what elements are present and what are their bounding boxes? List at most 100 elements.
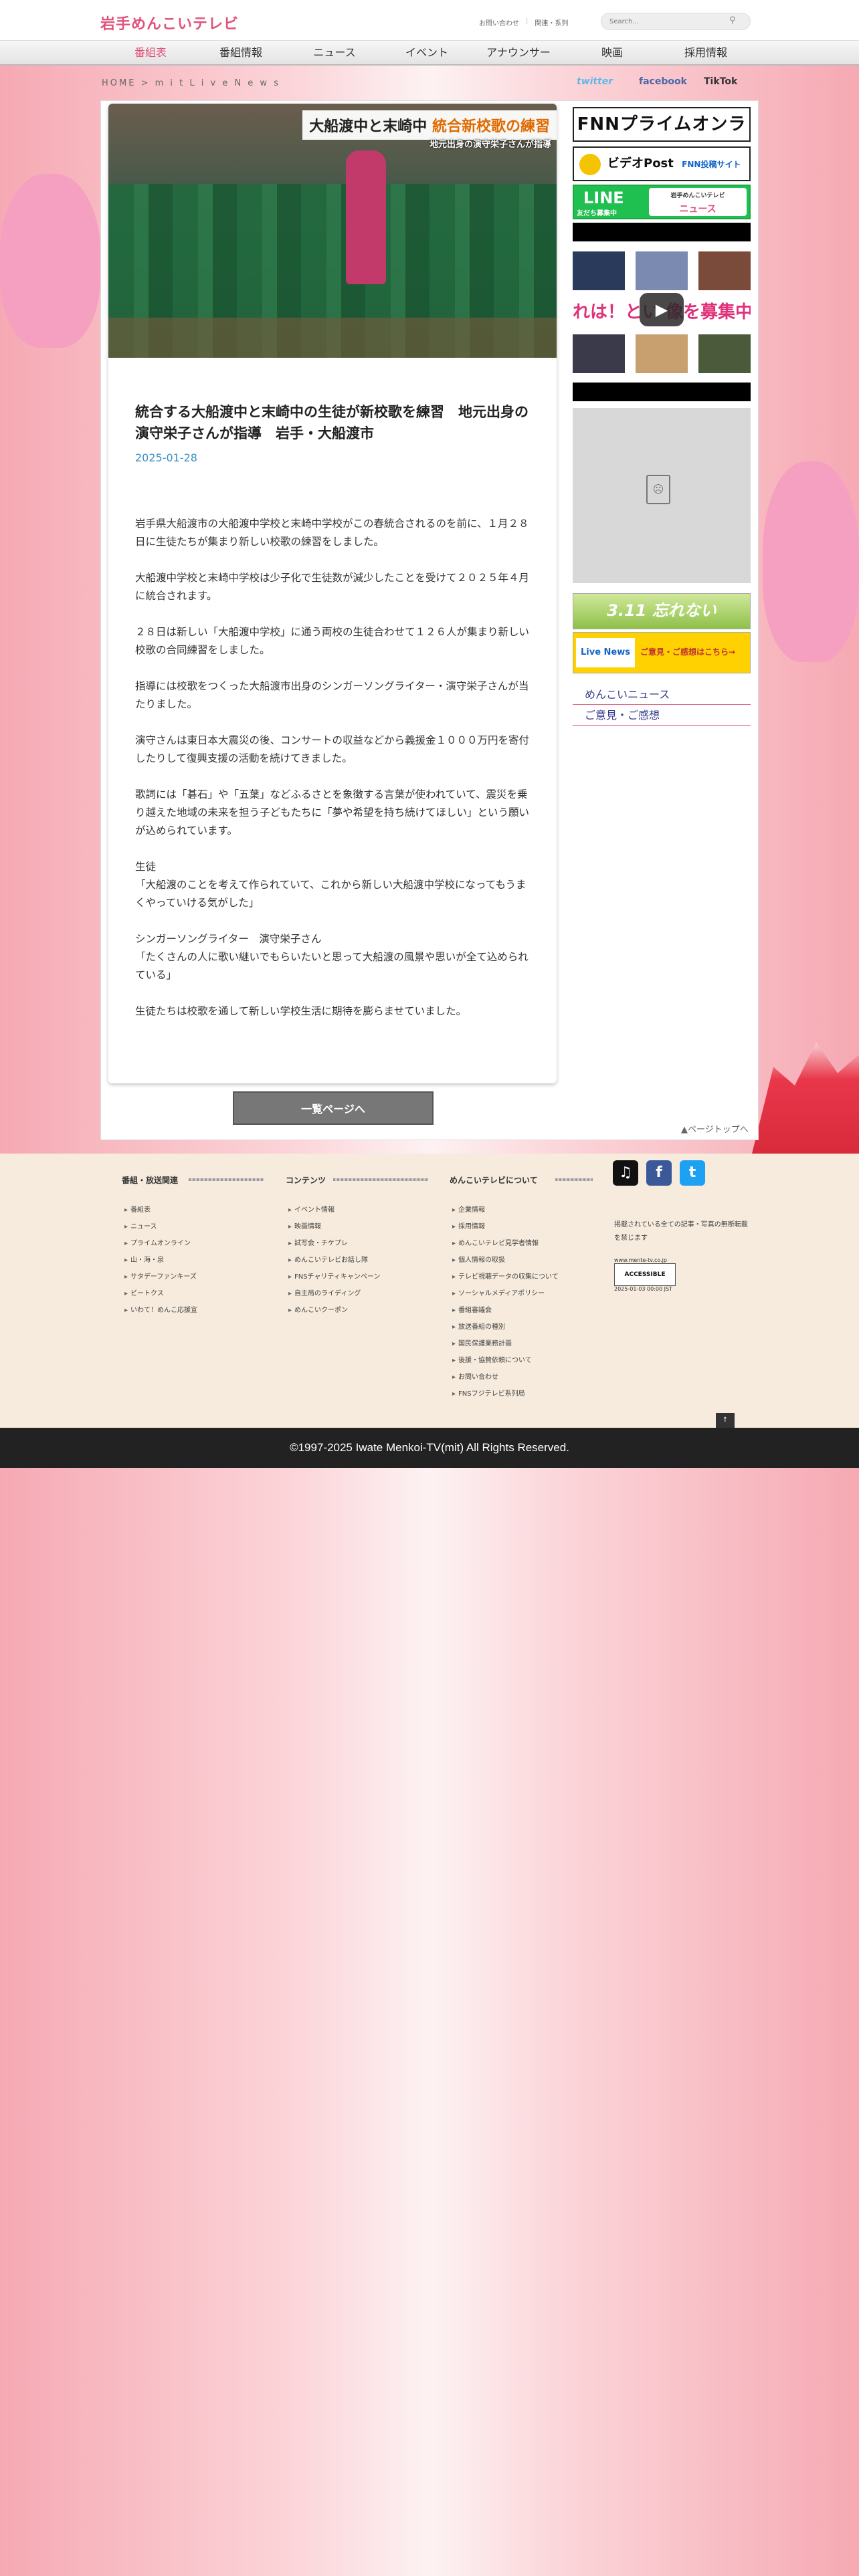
affiliates-link[interactable]: 関連・系列 bbox=[535, 17, 568, 27]
footer-link[interactable]: ソーシャルメディアポリシー bbox=[452, 1287, 545, 1297]
nav-item-announcers[interactable]: アナウンサー bbox=[475, 41, 562, 65]
article-paragraph: 大船渡中学校と末崎中学校は少子化で生徒数が減少したことを受けて２０２５年４月に統… bbox=[135, 572, 530, 602]
footer-link[interactable]: テレビ視聴データの収集について bbox=[452, 1271, 559, 1281]
news-video[interactable]: 大船渡中と末崎中 統合新校歌の練習 地元出身の演守栄子さんが指導 bbox=[108, 104, 557, 358]
viewer-video-recruit-banner[interactable]: れは！とい 像を募集中 ▶ bbox=[573, 249, 751, 376]
nav-item-programs[interactable]: 番組情報 bbox=[197, 41, 284, 65]
footer-link[interactable]: 試写会・チケプレ bbox=[288, 1237, 348, 1247]
footer-link[interactable]: 企業情報 bbox=[452, 1204, 485, 1214]
footer-link[interactable]: 自主局のライディング bbox=[288, 1287, 361, 1297]
footer-link[interactable]: めんこいクーポン bbox=[288, 1304, 348, 1314]
thumbnail bbox=[636, 334, 688, 373]
article-paragraph: シンガーソングライター 演守栄子さん 「たくさんの人に歌い継いでもらいたいと思っ… bbox=[135, 933, 529, 981]
line-subtitle: 友だち募集中 bbox=[577, 210, 617, 217]
footer-col-title: 番組・放送関連 bbox=[122, 1176, 179, 1185]
footer-link[interactable]: ニュース bbox=[124, 1220, 157, 1230]
line-friends-banner[interactable]: LINE 友だち募集中 岩手めんこいテレビ ニュース bbox=[573, 185, 751, 219]
footer-link[interactable]: イベント情報 bbox=[288, 1204, 335, 1214]
scroll-up-icon[interactable]: ↑ bbox=[716, 1413, 735, 1428]
footer-link[interactable]: 映画情報 bbox=[288, 1220, 321, 1230]
facebook-icon[interactable]: f bbox=[646, 1160, 672, 1186]
footer-link[interactable]: 番組審議会 bbox=[452, 1304, 492, 1314]
article-paragraph: ２８日は新しい「大船渡中学校」に通う両校の生徒合わせて１２６人が集まり新しい校歌… bbox=[135, 626, 530, 656]
tiktok-icon[interactable]: ♫ bbox=[613, 1160, 638, 1186]
site-logo[interactable]: 岩手めんこいテレビ bbox=[100, 12, 239, 33]
twitter-icon[interactable]: t bbox=[680, 1160, 705, 1186]
copyright-bar: ©1997-2025 Iwate Menkoi-TV(mit) All Righ… bbox=[0, 1428, 859, 1468]
article-title: 統合する大船渡中と末崎中の生徒が新校歌を練習 地元出身の演守栄子さんが指導 岩手… bbox=[135, 404, 529, 441]
page-top-link[interactable]: ▲ページトップへ bbox=[681, 1122, 749, 1135]
footer-col-title: めんこいテレビについて bbox=[450, 1176, 538, 1185]
mascot-right bbox=[763, 461, 859, 662]
footer-link[interactable]: 山・海・泉 bbox=[124, 1254, 164, 1264]
search-input[interactable] bbox=[601, 13, 751, 30]
footer-divider bbox=[333, 1178, 428, 1181]
footer-link[interactable]: お問い合わせ bbox=[452, 1371, 498, 1381]
badge-date: 2025-01-03 00:00 JST bbox=[614, 1286, 672, 1292]
video-caption: 大船渡中と末崎中 統合新校歌の練習 bbox=[302, 110, 557, 140]
videopost-banner[interactable]: ビデオPost FNN投稿サイト bbox=[573, 146, 751, 181]
twitter-link[interactable]: twitter bbox=[577, 76, 613, 87]
article-card: 大船渡中と末崎中 統合新校歌の練習 地元出身の演守栄子さんが指導 統合する大船渡… bbox=[108, 104, 557, 1083]
thumbnail bbox=[698, 334, 751, 373]
article-date: 2025-01-28 bbox=[135, 451, 197, 464]
nav-item-news[interactable]: ニュース bbox=[291, 41, 378, 65]
copyright-notice: 掲載されている全ての記事・写真の無断転載を禁じます bbox=[614, 1221, 748, 1242]
footer-link[interactable]: 番組表 bbox=[124, 1204, 151, 1214]
footer-link[interactable]: プライムオンライン bbox=[124, 1237, 191, 1247]
video-still-floor bbox=[108, 318, 557, 358]
facebook-link[interactable]: facebook bbox=[639, 76, 687, 87]
ad-placeholder[interactable]: ☹ bbox=[573, 408, 751, 583]
article-paragraph: 岩手県大船渡市の大船渡中学校と末崎中学校がこの春統合されるのを前に、１月２８日に… bbox=[135, 518, 529, 548]
breadcrumb[interactable]: HOME > m i t L i v e N e w s bbox=[102, 78, 280, 88]
videopost-subtitle: FNN投稿サイト bbox=[682, 160, 741, 169]
video-caption-a: 大船渡中と末崎中 bbox=[309, 118, 427, 135]
sidebar-link-feedback[interactable]: ご意見・ご感想 bbox=[573, 706, 751, 726]
article-paragraph: 歌詞には「碁石」や「五葉」などふるさとを象徴する言葉が使われていて、震災を乗り越… bbox=[135, 788, 530, 837]
footer-col-title: コンテンツ bbox=[286, 1176, 326, 1185]
nav-item-recruit[interactable]: 採用情報 bbox=[662, 41, 749, 65]
nav-item-schedule[interactable]: 番組表 bbox=[107, 41, 194, 65]
badge-box: ACCESSIBLE bbox=[614, 1263, 676, 1286]
footer-link[interactable]: めんこいテレビ見学者情報 bbox=[452, 1237, 539, 1247]
tiktok-link[interactable]: TikTok bbox=[704, 76, 737, 87]
footer-link[interactable]: いわて！めんこ応援宣 bbox=[124, 1304, 197, 1314]
top-links: お問い合わせ | 関連・系列 bbox=[479, 17, 568, 27]
accessibility-badge[interactable]: www.mente-tv.co.jp ACCESSIBLE 2025-01-03… bbox=[614, 1257, 676, 1292]
main-nav: 番組表 番組情報 ニュース イベント アナウンサー 映画 採用情報 bbox=[0, 40, 859, 66]
broken-image-icon: ☹ bbox=[646, 475, 670, 504]
decorative-mountain bbox=[752, 1042, 859, 1154]
article-paragraph: 指導には校歌をつくった大船渡市出身のシンガーソングライター・演守栄子さんが当たり… bbox=[135, 680, 529, 710]
video-caption-b: 統合新校歌の練習 bbox=[432, 118, 550, 135]
footer-link[interactable]: 個人情報の取扱 bbox=[452, 1254, 505, 1264]
footer-link[interactable]: 後援・協賛依頼について bbox=[452, 1354, 532, 1364]
footer-link[interactable]: 放送番組の種別 bbox=[452, 1321, 505, 1331]
sidebar-black-bar bbox=[573, 223, 751, 241]
line-news-station: 岩手めんこいテレビ bbox=[670, 193, 725, 199]
nav-item-events[interactable]: イベント bbox=[383, 41, 470, 65]
line-news-box: 岩手めんこいテレビ ニュース bbox=[649, 188, 747, 216]
live-news-feedback-banner[interactable]: Live News ご意見・ご感想はこちら→ bbox=[573, 632, 751, 673]
article-paragraph: 生徒 「大船渡のことを考えて作られていて、これから新しい大船渡中学校になってもう… bbox=[135, 861, 527, 909]
line-title: LINE bbox=[583, 189, 624, 207]
footer-link[interactable]: ビートクス bbox=[124, 1287, 164, 1297]
footer-link[interactable]: 採用情報 bbox=[452, 1220, 485, 1230]
footer-link[interactable]: 国民保護業務計画 bbox=[452, 1337, 512, 1348]
footer-link[interactable]: FNSチャリティキャンペーン bbox=[288, 1271, 380, 1281]
article-paragraph: 生徒たちは校歌を通して新しい学校生活に期待を膨らませていました。 bbox=[135, 1005, 467, 1017]
thumbnail bbox=[573, 251, 625, 290]
fnn-prime-online-banner[interactable]: FNNプライムオンライン bbox=[573, 107, 751, 167]
contact-link[interactable]: お問い合わせ bbox=[479, 17, 519, 27]
nav-item-movies[interactable]: 映画 bbox=[569, 41, 656, 65]
sidebar-link-menkoi-news[interactable]: めんこいニュース bbox=[573, 685, 751, 705]
footer-link[interactable]: めんこいテレビお話し隊 bbox=[288, 1254, 368, 1264]
line-news-label: ニュース bbox=[679, 204, 717, 215]
back-to-list-button[interactable]: 一覧ページへ bbox=[233, 1091, 434, 1125]
thumbnail bbox=[636, 251, 688, 290]
311-memorial-banner[interactable]: 3.11 忘れない bbox=[573, 593, 751, 629]
footer-link[interactable]: サタデーファンキーズ bbox=[124, 1271, 197, 1281]
footer-link[interactable]: FNSフジテレビ系列局 bbox=[452, 1388, 525, 1398]
search-icon[interactable]: ⚲ bbox=[729, 15, 741, 27]
play-icon[interactable]: ▶ bbox=[640, 293, 684, 326]
video-still-person bbox=[346, 150, 386, 284]
